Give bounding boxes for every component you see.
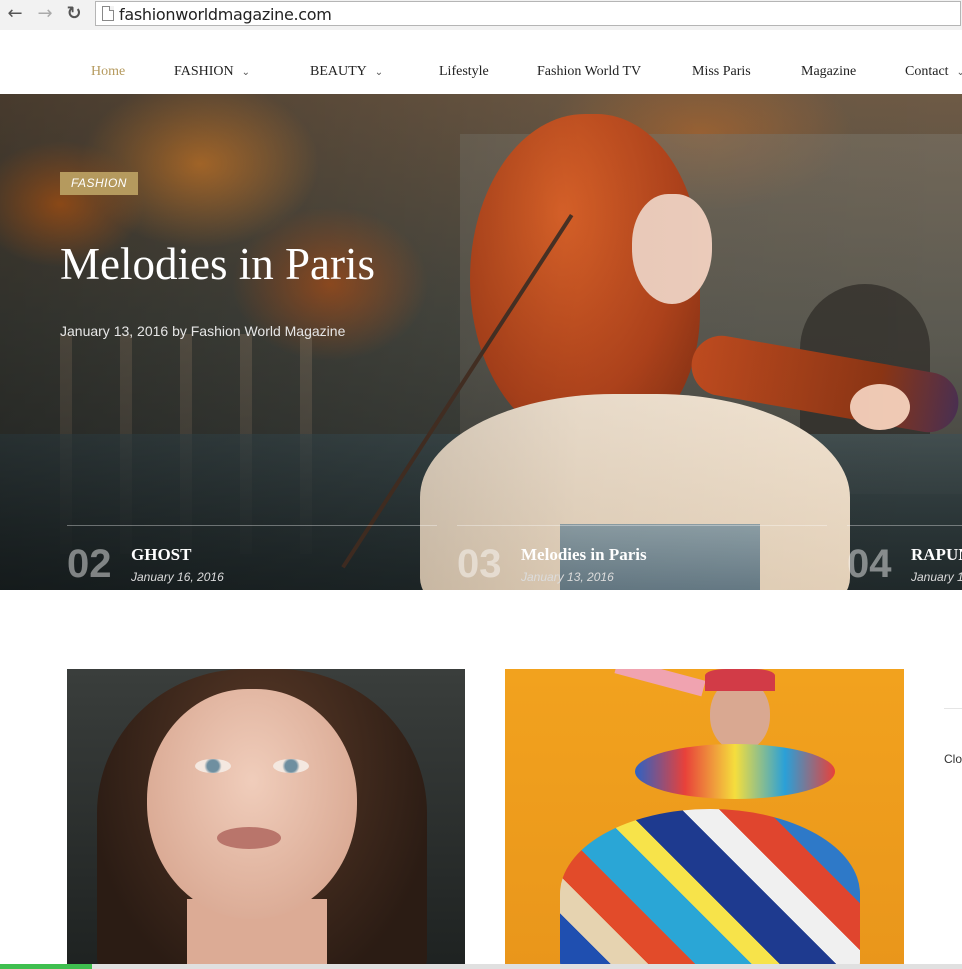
artwork-pipe <box>614 669 706 697</box>
nav-item-label: FASHION <box>174 64 234 79</box>
nav-item-lifestyle[interactable]: Lifestyle <box>439 64 489 80</box>
nav-item-label: Lifestyle <box>439 64 489 79</box>
browser-toolbar: ← → ↻ fashionworldmagazine.com <box>0 0 962 31</box>
nav-item-fashion[interactable]: FASHION ⌄ <box>174 64 250 81</box>
model-hat <box>705 669 775 691</box>
nav-item-label: Miss Paris <box>692 64 751 79</box>
article-card-image-colorful-dress[interactable] <box>505 669 904 969</box>
slide-title[interactable]: Melodies in Paris <box>521 545 647 565</box>
url-text[interactable]: fashionworldmagazine.com <box>119 5 332 24</box>
hero-title[interactable]: Melodies in Paris <box>60 236 375 292</box>
forward-arrow-icon[interactable]: → <box>34 3 56 25</box>
slide-title[interactable]: RAPUNZEL <box>911 545 962 565</box>
nav-item-contact[interactable]: Contact ⌄ <box>905 64 962 81</box>
main-navigation: Home FASHION ⌄ BEAUTY ⌄ Lifestyle Fashion … <box>0 30 962 94</box>
slide-number: 04 <box>847 542 892 586</box>
nav-item-magazine[interactable]: Magazine <box>801 64 856 80</box>
chevron-down-icon: ⌄ <box>374 67 384 78</box>
hero-overlay <box>0 94 962 590</box>
slide-date: January 13, 2016 <box>521 570 614 584</box>
slide-thumb-item[interactable]: 03 Melodies in Paris January 13, 2016 <box>457 525 827 590</box>
page-icon <box>102 6 114 21</box>
sidebar-divider <box>944 708 962 709</box>
nav-item-label: Contact <box>905 64 949 79</box>
portrait-face <box>147 689 357 919</box>
slide-number: 02 <box>67 542 112 586</box>
nav-item-label: Home <box>91 64 126 79</box>
portrait-eye <box>195 759 231 773</box>
category-badge[interactable]: FASHION <box>60 172 138 195</box>
dress-collar <box>635 744 835 799</box>
article-card-image-portrait[interactable] <box>67 669 465 969</box>
nav-item-label: Fashion World TV <box>537 64 642 79</box>
nav-item-beauty[interactable]: BEAUTY ⌄ <box>310 64 383 81</box>
slide-date: January 16, 2016 <box>131 570 224 584</box>
slide-thumb-item[interactable]: 02 GHOST January 16, 2016 <box>67 525 437 590</box>
slide-date: January 11, 2016 <box>911 570 962 584</box>
loading-progress-segment <box>0 964 92 969</box>
dress-body <box>560 809 860 969</box>
nav-item-label: BEAUTY <box>310 64 367 79</box>
hero-slider[interactable]: FASHION Melodies in Paris January 13, 20… <box>0 94 962 590</box>
reload-icon[interactable]: ↻ <box>63 3 85 25</box>
slide-thumb-item[interactable]: 04 RAPUNZEL January 11, 2016 <box>847 525 962 590</box>
portrait-eye <box>273 759 309 773</box>
back-arrow-icon[interactable]: ← <box>4 3 26 25</box>
address-bar[interactable]: fashionworldmagazine.com <box>95 1 961 26</box>
slide-number: 03 <box>457 542 502 586</box>
chevron-down-icon: ⌄ <box>241 67 251 78</box>
nav-item-miss-paris[interactable]: Miss Paris <box>692 64 751 80</box>
bottom-scroll-bar <box>0 964 962 969</box>
chevron-down-icon: ⌄ <box>956 67 962 78</box>
portrait-lips <box>217 827 281 849</box>
nav-item-home[interactable]: Home <box>91 64 125 80</box>
nav-item-label: Magazine <box>801 64 857 79</box>
sidebar-partial-text: Clo <box>944 752 962 766</box>
slide-title[interactable]: GHOST <box>131 545 191 565</box>
nav-item-fashion-world-tv[interactable]: Fashion World TV <box>537 64 641 80</box>
hero-meta: January 13, 2016 by Fashion World Magazi… <box>60 323 346 339</box>
